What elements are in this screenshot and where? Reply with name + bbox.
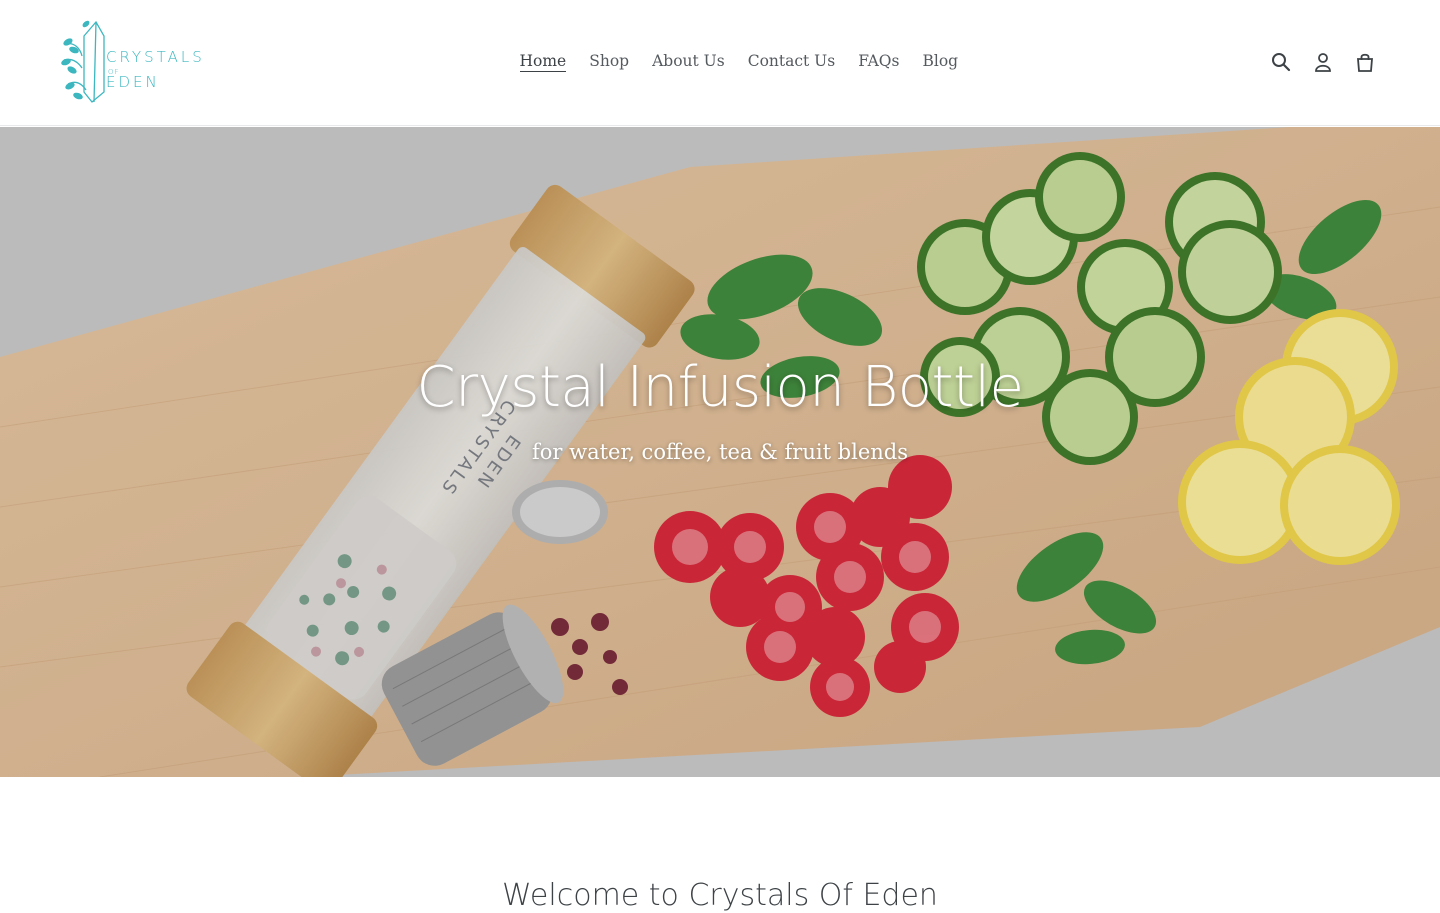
hero-text: Crystal Infusion Bottle for water, coffe… (0, 355, 1440, 464)
nav-item-label: Blog (922, 52, 959, 70)
section-heading: Welcome to Crystals Of Eden (502, 878, 938, 913)
nav-item-blog[interactable]: Blog (911, 49, 970, 73)
search-icon (1272, 53, 1291, 72)
nav-item-label: About Us (652, 52, 725, 70)
hero-subtitle: for water, coffee, tea & fruit blends (531, 440, 909, 464)
nav-item-faqs[interactable]: FAQs (847, 49, 911, 73)
header-icons (1268, 48, 1378, 76)
nav-item-label: Contact Us (747, 52, 836, 70)
cart-icon (1357, 53, 1373, 72)
nav-item-home[interactable]: Home (508, 49, 578, 73)
account-button[interactable] (1310, 48, 1336, 76)
hero-title: Crystal Infusion Bottle (416, 355, 1024, 420)
nav-item-label: Home (519, 52, 567, 72)
account-icon (1315, 53, 1331, 72)
brand-name-line3: EDEN (106, 73, 160, 91)
cart-button[interactable] (1352, 48, 1378, 76)
brand-logo[interactable]: CRYSTALS OF EDEN (58, 14, 208, 110)
nav-item-contact-us[interactable]: Contact Us (736, 49, 847, 73)
search-button[interactable] (1268, 48, 1294, 76)
brand-name-line1: CRYSTALS (106, 48, 205, 66)
nav-item-about-us[interactable]: About Us (641, 49, 737, 73)
hero-banner[interactable]: CRYSTALS EDEN Crystal Infusion Bottle fo… (0, 127, 1440, 777)
site-header: CRYSTALS OF EDEN Home Shop About Us Cont… (0, 0, 1440, 126)
nav-item-label: FAQs (858, 52, 900, 70)
nav-item-shop[interactable]: Shop (578, 49, 641, 73)
main-navigation: Home Shop About Us Contact Us FAQs Blog (508, 49, 970, 73)
nav-item-label: Shop (589, 52, 630, 70)
